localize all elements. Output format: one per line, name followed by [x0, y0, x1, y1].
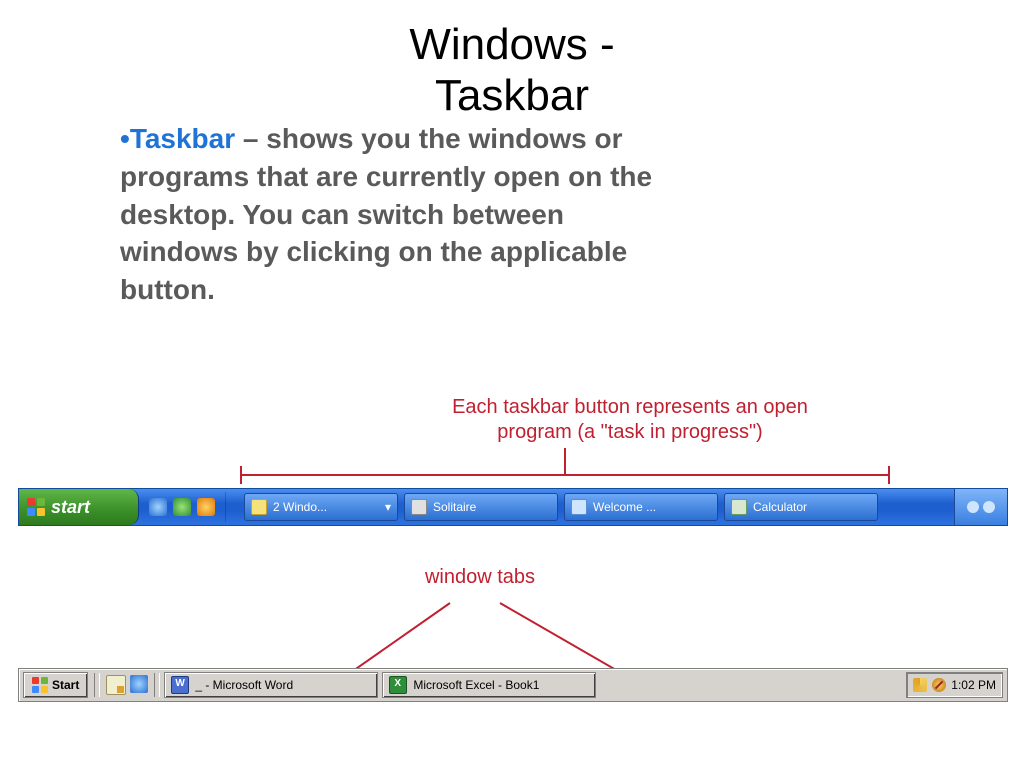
- xp-task-calculator[interactable]: Calculator: [724, 493, 878, 521]
- windows-logo-icon: [27, 498, 45, 516]
- brace-annotation: [240, 448, 890, 488]
- xp-task-label: Solitaire: [433, 500, 476, 514]
- tray-icon[interactable]: [967, 501, 979, 513]
- windows-logo-icon: [32, 677, 48, 693]
- title-line1: Windows -: [409, 20, 614, 69]
- xp-start-label: start: [51, 497, 90, 518]
- classic-task-excel[interactable]: Microsoft Excel - Book1: [382, 672, 596, 698]
- blocked-icon[interactable]: [932, 678, 946, 692]
- callout-window-tabs: window tabs: [380, 566, 580, 589]
- bullet-icon: •: [120, 123, 130, 154]
- classic-task-label: _ - Microsoft Word: [195, 678, 293, 692]
- ie-icon[interactable]: [149, 498, 167, 516]
- xp-task-welcome[interactable]: Welcome ...: [564, 493, 718, 521]
- separator: [94, 673, 100, 697]
- title-line2: Taskbar: [435, 71, 589, 120]
- folder-icon: [251, 499, 267, 515]
- xp-quick-launch: [139, 492, 226, 522]
- classic-start-button[interactable]: Start: [23, 672, 88, 698]
- slide-title: Windows - Taskbar: [0, 20, 1024, 121]
- classic-task-label: Microsoft Excel - Book1: [413, 678, 539, 692]
- xp-start-button[interactable]: start: [19, 489, 139, 525]
- clock[interactable]: 1:02 PM: [951, 678, 996, 692]
- definition-text: •Taskbar – shows you the windows or prog…: [120, 120, 680, 309]
- welcome-icon: [571, 499, 587, 515]
- callout1-line1: Each taskbar button represents an open: [452, 396, 808, 418]
- show-desktop-icon[interactable]: [106, 675, 126, 695]
- xp-task-label: 2 Windo...: [273, 500, 327, 514]
- chevron-down-icon: ▾: [385, 500, 391, 514]
- media-player-icon[interactable]: [197, 498, 215, 516]
- volume-icon[interactable]: [913, 678, 927, 692]
- xp-task-label: Calculator: [753, 500, 807, 514]
- classic-quick-launch: [102, 675, 152, 695]
- solitaire-icon: [411, 499, 427, 515]
- xp-task-label: Welcome ...: [593, 500, 656, 514]
- ie-icon[interactable]: [130, 675, 148, 693]
- callout-task-button: Each taskbar button represents an open p…: [380, 395, 880, 445]
- xp-task-windows-group[interactable]: 2 Windo... ▾: [244, 493, 398, 521]
- classic-task-word[interactable]: _ - Microsoft Word: [164, 672, 378, 698]
- xp-task-buttons: 2 Windo... ▾ Solitaire Welcome ... Calcu…: [226, 493, 954, 521]
- classic-start-label: Start: [52, 678, 79, 692]
- xp-system-tray[interactable]: [954, 489, 1007, 525]
- msn-icon[interactable]: [173, 498, 191, 516]
- callout1-line2: program (a "task in progress"): [497, 421, 762, 443]
- tray-icon[interactable]: [983, 501, 995, 513]
- term-taskbar: Taskbar: [130, 123, 235, 154]
- xp-taskbar: start 2 Windo... ▾ Solitaire Welcome ...…: [18, 488, 1008, 526]
- separator: [154, 673, 160, 697]
- classic-system-tray: 1:02 PM: [906, 672, 1003, 698]
- excel-icon: [389, 676, 407, 694]
- calculator-icon: [731, 499, 747, 515]
- word-icon: [171, 676, 189, 694]
- xp-task-solitaire[interactable]: Solitaire: [404, 493, 558, 521]
- classic-taskbar: Start _ - Microsoft Word Microsoft Excel…: [18, 668, 1008, 702]
